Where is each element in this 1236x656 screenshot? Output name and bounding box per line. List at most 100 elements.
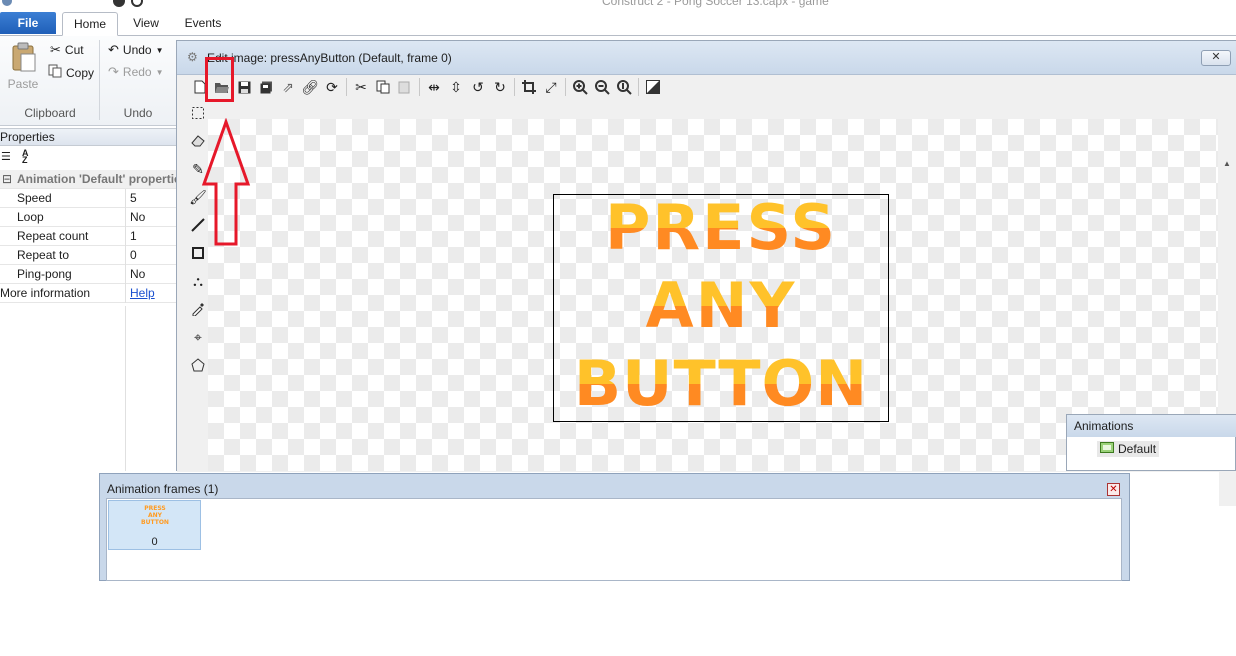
copy-icon[interactable] — [372, 76, 394, 98]
scroll-up-icon[interactable]: ▲ — [1223, 159, 1231, 168]
fill-icon[interactable]: ⛬ — [187, 267, 209, 295]
frames-list: PRESS ANY BUTTON 0 — [106, 498, 1122, 581]
property-column-divider — [125, 306, 126, 471]
link-icon[interactable]: 🔗︎ — [299, 76, 321, 98]
undo-button[interactable]: ↶ Undo ▼ — [108, 42, 164, 58]
flip-horizontal-icon[interactable]: ⇹ — [423, 76, 445, 98]
tab-home[interactable]: Home — [62, 12, 118, 36]
export-icon[interactable]: ⇗ — [277, 76, 299, 98]
paste-icon — [10, 42, 36, 75]
rotate-cw-icon[interactable]: ↻ — [489, 76, 511, 98]
frame-item[interactable]: PRESS ANY BUTTON 0 — [108, 500, 201, 550]
property-key: Loop — [17, 210, 44, 224]
undo-icon: ↶ — [108, 42, 119, 57]
help-link[interactable]: Help — [130, 284, 155, 303]
animations-panel: Animations Default — [1066, 414, 1236, 471]
property-key: Speed — [17, 191, 52, 205]
toolbar-separator — [514, 78, 515, 96]
annotation-arrow — [201, 118, 251, 246]
redo-label: Redo — [122, 65, 152, 79]
undo-group-label: Undo — [123, 106, 153, 120]
chevron-down-icon: ▼ — [155, 67, 164, 77]
property-row-repeat-count[interactable]: Repeat count 1 — [0, 227, 178, 246]
toolbar-separator — [419, 78, 420, 96]
properties-header: Properties — [0, 128, 178, 146]
image-text-button: BUTTON — [554, 351, 888, 417]
edit-image-title: Edit image: pressAnyButton (Default, fra… — [207, 51, 452, 65]
gear-icon: ⚙ — [187, 50, 198, 64]
property-value[interactable]: 5 — [130, 189, 137, 208]
zoom-out-icon[interactable] — [591, 76, 613, 98]
tab-view[interactable]: View — [124, 12, 168, 36]
image-editor-toolbar: ⇗ 🔗︎ ⟳ ✂ ⇹ ⇳ ↺ ↻ ⤢ — [189, 75, 664, 99]
image-icon[interactable] — [642, 76, 664, 98]
animation-item-default[interactable]: Default — [1097, 441, 1160, 457]
scissors-icon: ✂ — [50, 42, 61, 57]
copy-button[interactable]: Copy — [48, 64, 94, 81]
paste-button[interactable]: Paste — [8, 42, 38, 91]
edit-image-title-bar[interactable]: ⚙ Edit image: pressAnyButton (Default, f… — [177, 41, 1236, 75]
cut-icon[interactable]: ✂ — [350, 76, 372, 98]
redo-icon: ↷ — [108, 64, 119, 79]
ribbon-separator — [99, 40, 100, 120]
crop-icon[interactable] — [518, 76, 540, 98]
window-title: Construct 2 - Pong Soccer 13.capx - game — [602, 0, 829, 8]
copy-label: Copy — [66, 65, 95, 80]
resize-icon[interactable]: ⤢ — [540, 76, 562, 98]
property-key: More information — [0, 286, 91, 300]
save-icon[interactable] — [233, 76, 255, 98]
preview-icon[interactable] — [112, 0, 126, 8]
animation-frames-title: Animation frames (1) — [107, 482, 219, 496]
collapse-icon[interactable]: ⊟ — [2, 170, 12, 189]
property-row-repeat-to[interactable]: Repeat to 0 — [0, 246, 178, 265]
property-value[interactable]: No — [130, 265, 145, 284]
rotate-ccw-icon[interactable]: ↺ — [467, 76, 489, 98]
redo-button[interactable]: ↷ Redo ▼ — [108, 64, 164, 80]
save-all-icon[interactable] — [255, 76, 277, 98]
property-value[interactable]: 1 — [130, 227, 137, 246]
toolbar-separator — [638, 78, 639, 96]
property-value[interactable]: 0 — [130, 246, 137, 265]
clipboard-group-label: Clipboard — [24, 106, 76, 120]
annotation-highlight-box — [205, 57, 234, 102]
property-row-speed[interactable]: Speed 5 — [0, 189, 178, 208]
frame-thumbnail: PRESS ANY BUTTON — [141, 505, 169, 526]
property-value[interactable]: No — [130, 208, 145, 227]
cut-button[interactable]: ✂ Cut — [50, 42, 84, 58]
paste-label: Paste — [7, 77, 39, 91]
property-category[interactable]: ⊟ Animation 'Default' properties — [0, 170, 178, 189]
refresh-icon[interactable]: ⟳ — [321, 76, 343, 98]
toolbar-separator — [346, 78, 347, 96]
categorized-icon[interactable]: ☰ — [1, 150, 11, 163]
properties-panel: Properties ☰ AZ ⊟ Animation 'Default' pr… — [0, 126, 178, 471]
property-key: Repeat count — [17, 229, 89, 243]
zoom-reset-icon[interactable] — [613, 76, 635, 98]
close-icon: ✕ — [1211, 51, 1221, 63]
paste-icon[interactable] — [394, 76, 416, 98]
zoom-in-icon[interactable] — [569, 76, 591, 98]
toolbar-separator — [565, 78, 566, 96]
close-button[interactable]: ✕ — [1201, 50, 1231, 66]
tab-file[interactable]: File — [0, 12, 56, 34]
undo-label: Undo — [122, 43, 152, 57]
ribbon-tabs: File Home View Events — [0, 10, 1236, 36]
image-frame[interactable]: PRESS ANY BUTTON — [553, 194, 889, 422]
flip-vertical-icon[interactable]: ⇳ — [445, 76, 467, 98]
origin-point-icon[interactable]: ⌖ — [187, 323, 209, 351]
copy-icon — [48, 64, 62, 81]
property-row-loop[interactable]: Loop No — [0, 208, 178, 227]
cut-label: Cut — [64, 43, 84, 57]
property-row-ping-pong[interactable]: Ping-pong No — [0, 265, 178, 284]
collision-poly-icon[interactable] — [187, 351, 209, 379]
property-row-more-information: More information Help — [0, 284, 178, 303]
tab-events[interactable]: Events — [176, 12, 230, 36]
eyedropper-icon[interactable] — [187, 295, 209, 323]
property-key: Repeat to — [17, 248, 70, 262]
debug-icon[interactable] — [130, 0, 144, 8]
properties-toolbar: ☰ AZ — [0, 148, 178, 166]
sort-alpha-icon[interactable]: AZ — [22, 149, 29, 165]
category-label: Animation 'Default' properties — [17, 172, 178, 186]
close-icon[interactable]: ✕ — [1107, 483, 1120, 496]
app-icon — [0, 0, 14, 8]
animation-item-label: Default — [1118, 442, 1157, 456]
